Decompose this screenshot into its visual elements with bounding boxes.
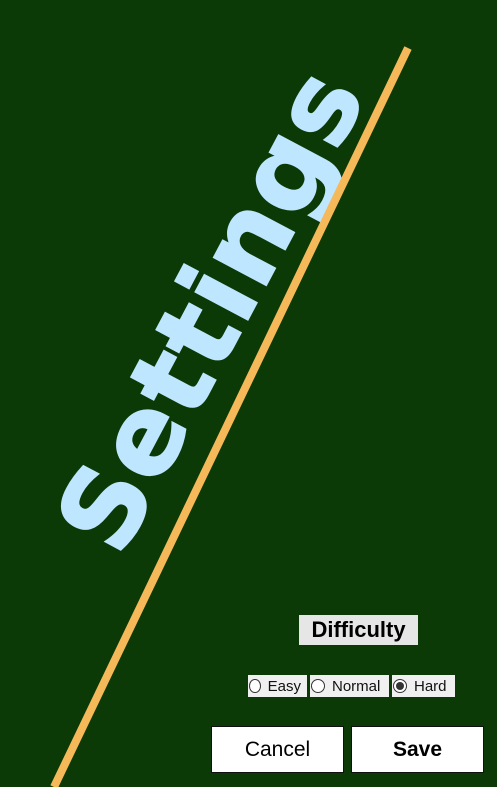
cancel-button[interactable]: Cancel: [211, 726, 344, 773]
radio-circle-easy[interactable]: [249, 679, 261, 693]
radio-label-hard: Hard: [414, 677, 447, 695]
difficulty-option-easy[interactable]: Easy: [248, 675, 307, 697]
difficulty-radio-group: Easy Normal Hard: [248, 675, 455, 697]
save-button[interactable]: Save: [351, 726, 484, 773]
radio-circle-normal[interactable]: [311, 679, 325, 693]
accent-stripe: [50, 46, 412, 787]
settings-screen: Settings Difficulty Easy Normal Hard Can…: [0, 0, 497, 787]
difficulty-option-normal[interactable]: Normal: [310, 675, 389, 697]
radio-label-easy: Easy: [267, 677, 301, 695]
radio-label-normal: Normal: [332, 677, 381, 695]
difficulty-label: Difficulty: [299, 615, 418, 645]
difficulty-option-hard[interactable]: Hard: [392, 675, 455, 697]
radio-circle-hard[interactable]: [393, 679, 407, 693]
